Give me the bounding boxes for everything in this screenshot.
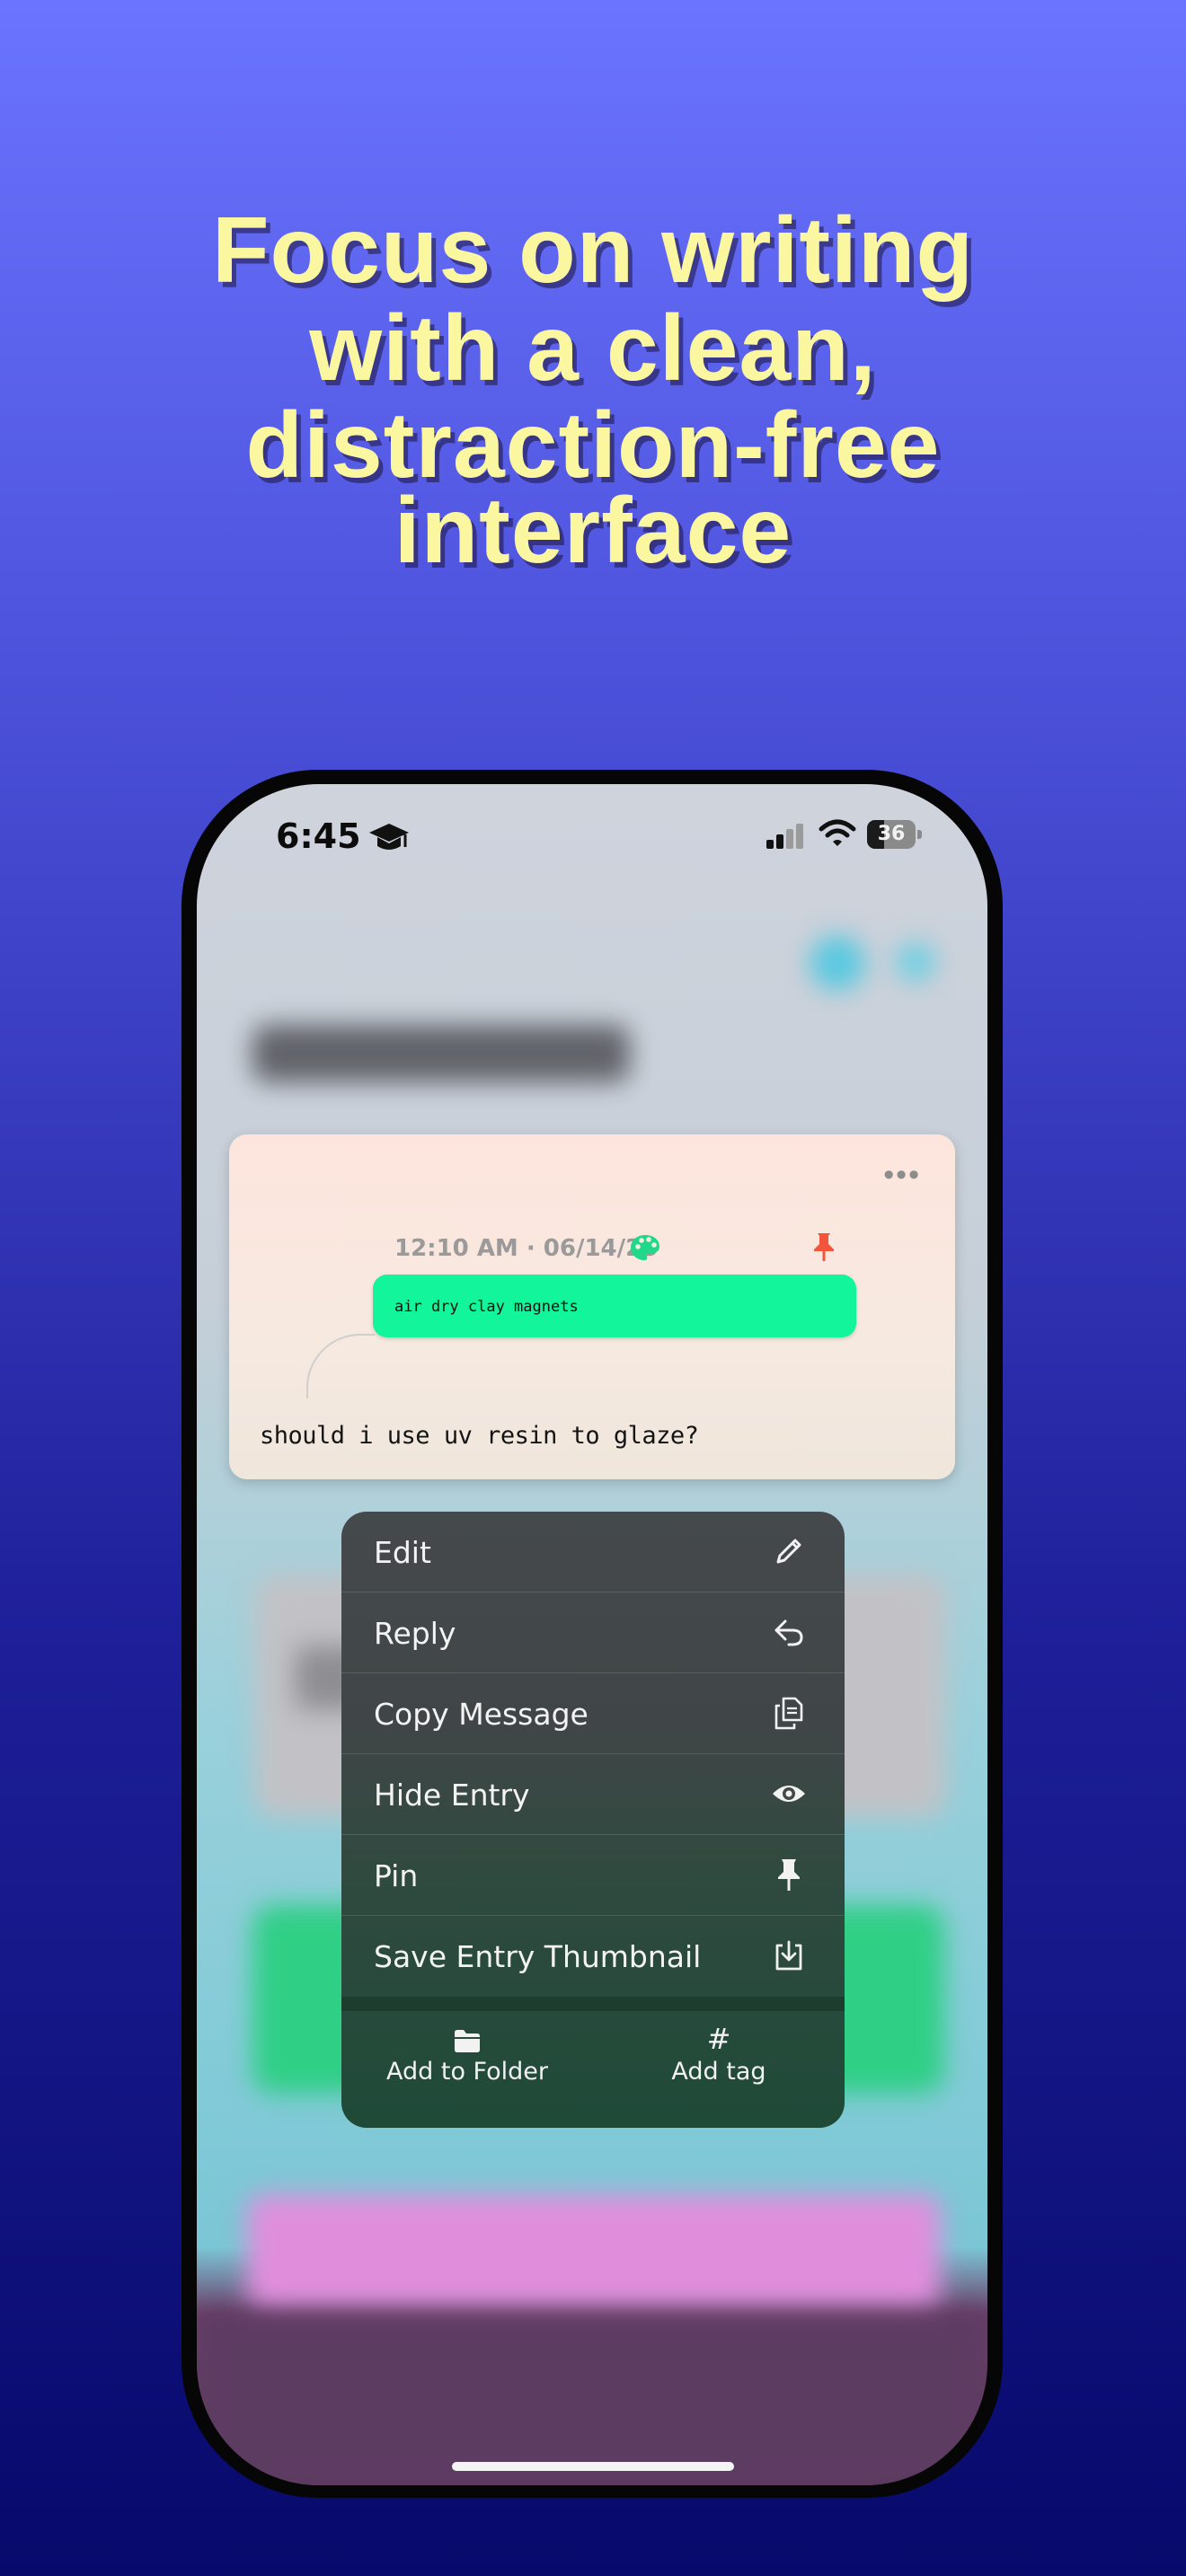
- menu-item-reply[interactable]: Reply: [341, 1592, 845, 1673]
- menu-item-label: Reply: [374, 1616, 456, 1651]
- cellular-signal-icon: [766, 824, 803, 849]
- add-to-folder-button[interactable]: Add to Folder: [341, 2024, 593, 2113]
- pin-icon: [778, 1859, 800, 1891]
- headline-line-3: distraction-free: [245, 393, 941, 498]
- copy-icon: [774, 1697, 803, 1730]
- menu-item-copy-message[interactable]: Copy Message: [341, 1673, 845, 1754]
- home-indicator: [452, 2462, 734, 2471]
- menu-item-label: Pin: [374, 1858, 419, 1893]
- folder-icon: [455, 2030, 480, 2052]
- headline: Focus on writing with a clean, distracti…: [0, 198, 1186, 583]
- pin-icon[interactable]: [810, 1231, 838, 1262]
- background-header-button: [810, 935, 865, 991]
- ellipsis-icon[interactable]: •••: [883, 1160, 921, 1190]
- quoted-message-text: air dry clay magnets: [394, 1298, 579, 1316]
- battery-icon: 36: [867, 820, 923, 849]
- status-bar: 6:45 36: [197, 784, 987, 892]
- add-tag-button[interactable]: # Add tag: [593, 2024, 845, 2113]
- reply-thread-line: [306, 1334, 375, 1398]
- headline-line-1: Focus on writing: [212, 198, 974, 303]
- hashtag-icon: #: [706, 2022, 731, 2056]
- add-to-folder-label: Add to Folder: [386, 2058, 548, 2086]
- phone-screen: 6:45 36 ••• 12:10 AM · 06/14/25 air dry …: [197, 784, 987, 2485]
- pencil-icon: [776, 1539, 801, 1564]
- background-tab-bar: [197, 2313, 987, 2485]
- menu-item-edit[interactable]: Edit: [341, 1512, 845, 1592]
- wifi-icon: [819, 819, 856, 846]
- background-pink-card: [247, 2194, 941, 2311]
- menu-item-label: Edit: [374, 1535, 431, 1570]
- eye-icon: [773, 1786, 805, 1802]
- context-menu: Edit Reply Copy Message Hide Entry Pin S…: [341, 1512, 845, 2128]
- background-header-button: [896, 942, 935, 982]
- entry-body-text: should i use uv resin to glaze?: [260, 1422, 699, 1450]
- download-tray-icon: [775, 1940, 802, 1971]
- entry-timestamp: 12:10 AM · 06/14/25: [394, 1235, 659, 1262]
- battery-percent: 36: [877, 823, 906, 845]
- menu-separator: [341, 1997, 845, 2011]
- status-time: 6:45: [276, 816, 361, 856]
- quoted-message-bubble[interactable]: air dry clay magnets: [373, 1275, 856, 1337]
- add-tag-label: Add tag: [671, 2058, 766, 2086]
- headline-line-4: interface: [394, 478, 792, 583]
- palette-icon: [631, 1235, 659, 1260]
- menu-item-hide-entry[interactable]: Hide Entry: [341, 1754, 845, 1835]
- menu-item-label: Copy Message: [374, 1697, 589, 1732]
- graduation-cap-icon: [369, 824, 409, 850]
- menu-item-label: Save Entry Thumbnail: [374, 1939, 702, 1974]
- headline-line-2: with a clean,: [309, 296, 877, 401]
- reply-arrow-icon: [774, 1619, 803, 1646]
- menu-item-label: Hide Entry: [374, 1778, 530, 1813]
- entry-card[interactable]: ••• 12:10 AM · 06/14/25 air dry clay mag…: [229, 1134, 955, 1479]
- menu-item-save-entry-thumbnail[interactable]: Save Entry Thumbnail: [341, 1916, 845, 1996]
- menu-item-pin[interactable]: Pin: [341, 1835, 845, 1916]
- background-date-title: [252, 1025, 630, 1082]
